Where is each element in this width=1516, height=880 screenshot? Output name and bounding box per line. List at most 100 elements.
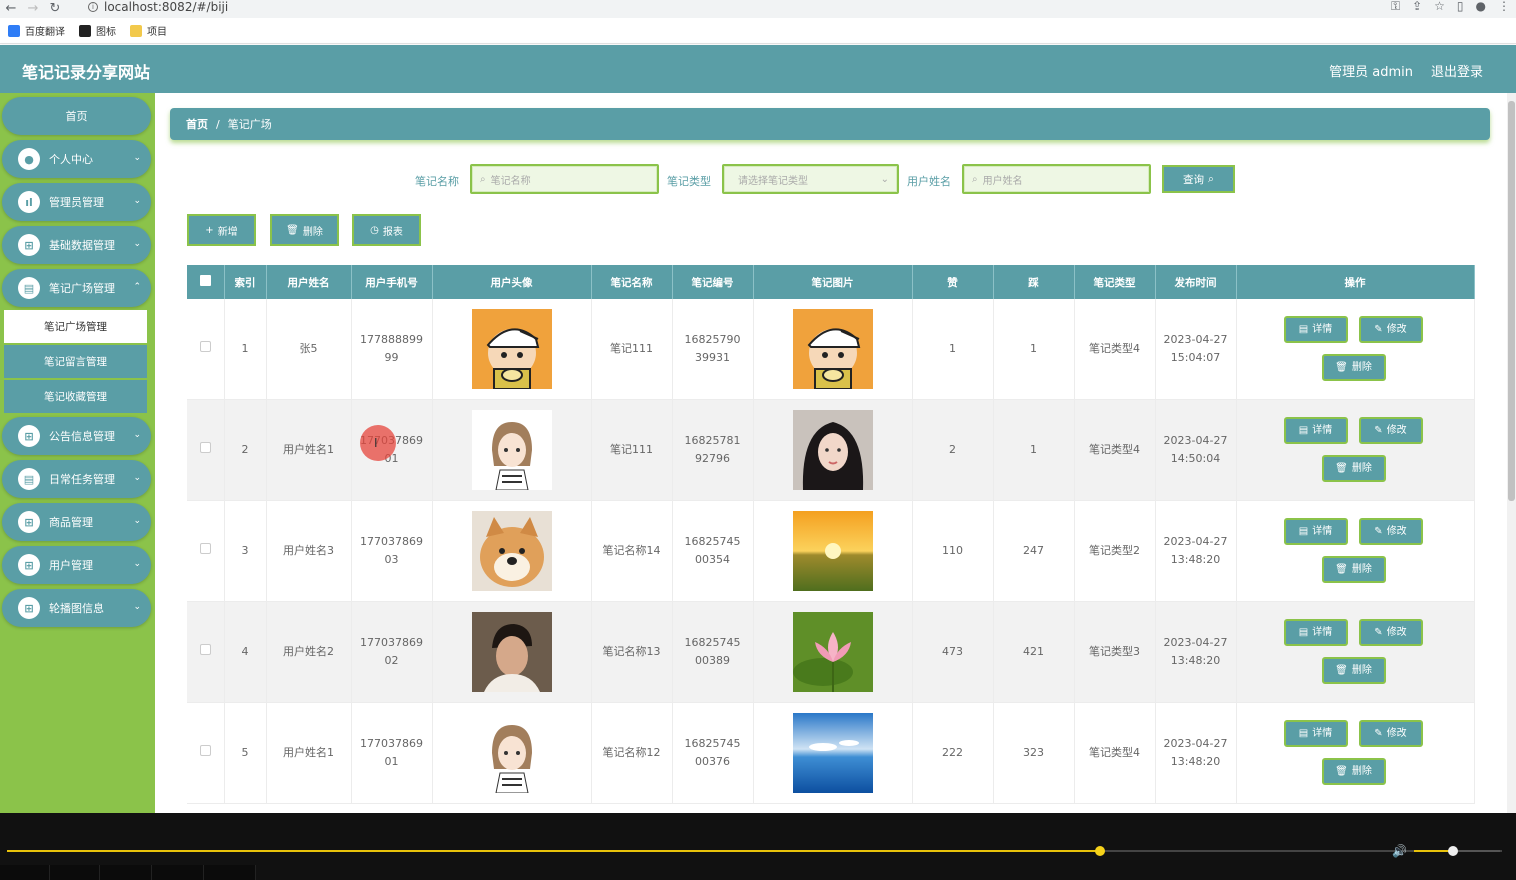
clock-icon: ◷ [370,224,379,236]
report-button[interactable]: ◷ 报表 [352,214,421,246]
detail-button[interactable]: ▤ 详情 [1283,518,1348,545]
cell-publish-time: 2023-04-27 13:48:20 [1155,601,1237,703]
sidebar-item-carousel[interactable]: ⊞ 轮播图信息 ⌄ [2,589,151,627]
chevron-down-icon: ⌄ [133,473,141,483]
profile-icon[interactable]: ● [1476,0,1486,12]
add-button[interactable]: + 新增 [187,214,256,246]
volume-icon[interactable]: 🔊 [1392,844,1407,858]
sidebar-item-base-data[interactable]: ⊞ 基础数据管理 ⌄ [2,226,151,264]
vertical-scrollbar[interactable] [1507,93,1516,813]
logout-link[interactable]: 退出登录 [1431,61,1483,80]
document-icon: ▤ [1298,525,1309,537]
batch-delete-button[interactable]: 🗑 删除 [270,214,339,246]
note-type-select[interactable]: 请选择笔记类型 ⌄ [722,164,899,194]
note-name-input[interactable]: ⌕ 笔记名称 [470,164,659,194]
grid-icon: ⊞ [18,554,40,576]
bookmarks-bar: 百度翻译 图标 项目 [0,18,1516,44]
cell-note-image [753,601,913,703]
trash-icon: 🗑 [286,224,299,236]
table-row: 4 用户姓名2 17703786902 笔记名称13 1682574500389 473 4… [187,601,1475,703]
avatar-image [471,309,552,389]
table-row: 5 用户姓名1 17703786901 笔记名称12 1682574500376 222 3… [187,702,1475,804]
cell-note-name: 笔记名称13 [591,601,673,703]
detail-button[interactable]: ▤ 详情 [1283,720,1348,747]
row-checkbox[interactable] [187,299,225,400]
note-name-label: 笔记名称 [415,175,459,188]
row-checkbox[interactable] [187,601,225,703]
edit-button[interactable]: ✎ 修改 [1358,619,1423,646]
menu-icon[interactable]: ⋮ [1498,0,1510,12]
star-icon[interactable]: ☆ [1434,0,1445,12]
search-form: 笔记名称 ⌕ 笔记名称 笔记类型 请选择笔记类型 ⌄ 用户姓名 ⌕ 用户姓名 查… [155,163,1507,195]
cell-note-image [753,500,913,602]
bookmark-item[interactable]: 图标 [79,23,116,38]
notes-table: 索引 用户姓名 用户手机号 用户头像 笔记名称 笔记编号 笔记图片 赞 踩 笔记… [187,265,1475,804]
translate-icon [8,24,20,37]
note-image [792,713,873,793]
edit-button[interactable]: ✎ 修改 [1358,316,1423,343]
cell-note-name: 笔记名称14 [591,500,673,602]
back-icon[interactable]: ← [0,2,22,16]
bookmark-item[interactable]: 百度翻译 [8,23,65,38]
share-icon[interactable]: ⇪ [1412,0,1422,12]
sidebar-item-home[interactable]: 首页 [2,97,151,135]
sidebar-subitem-note-favorites[interactable]: 笔记收藏管理 [4,380,147,413]
sidepanel-icon[interactable]: ▯ [1457,0,1464,12]
sidebar-item-profile[interactable]: ● 个人中心 ⌄ [2,140,151,178]
sidebar-item-products[interactable]: ⊞ 商品管理 ⌄ [2,503,151,541]
info-icon[interactable]: i [88,2,98,12]
video-player-bar: 🔊 [0,813,1516,880]
scrollbar-thumb[interactable] [1508,101,1515,501]
cell-user-name: 用户姓名1 [266,702,352,804]
detail-button[interactable]: ▤ 详情 [1283,417,1348,444]
detail-button[interactable]: ▤ 详情 [1283,619,1348,646]
progress-fill [7,850,1100,852]
delete-button[interactable]: 🗑 删除 [1321,657,1386,684]
forward-icon[interactable]: → [22,2,44,16]
row-checkbox[interactable] [187,500,225,602]
sidebar-item-announcements[interactable]: ⊞ 公告信息管理 ⌄ [2,417,151,455]
edit-button[interactable]: ✎ 修改 [1358,720,1423,747]
edit-icon: ✎ [1374,727,1383,739]
detail-button[interactable]: ▤ 详情 [1283,316,1348,343]
breadcrumb-home[interactable]: 首页 [186,116,208,132]
volume-handle[interactable] [1448,846,1458,856]
reload-icon[interactable]: ↻ [44,2,66,16]
column-header: 用户头像 [432,265,592,299]
cell-index: 1 [224,299,267,400]
player-segment [204,865,256,880]
user-name-input[interactable]: ⌕ 用户姓名 [962,164,1151,194]
browser-toolbar: ← → ↻ i localhost:8082/#/biji ⚿ ⇪ ☆ ▯ ● … [0,0,1516,18]
progress-handle[interactable] [1095,846,1105,856]
bookmark-item[interactable]: 项目 [130,23,167,38]
cell-dislikes: 421 [993,601,1075,703]
query-button[interactable]: 查询 ⌕ [1162,165,1235,193]
sidebar-subitem-note-comments[interactable]: 笔记留言管理 [4,345,147,378]
address-bar[interactable]: i localhost:8082/#/biji [88,0,228,14]
breadcrumb-current: 笔记广场 [227,118,272,131]
avatar-image [471,410,552,490]
column-header: 笔记图片 [753,265,913,299]
sidebar-item-users[interactable]: ⊞ 用户管理 ⌄ [2,546,151,584]
edit-button[interactable]: ✎ 修改 [1358,417,1423,444]
cell-note-name: 笔记名称12 [591,702,673,804]
grid-icon: ⊞ [18,511,40,533]
delete-button[interactable]: 🗑 删除 [1321,556,1386,583]
column-header: 踩 [993,265,1075,299]
sidebar-subitem-note-square[interactable]: 笔记广场管理 [4,310,147,343]
grid-icon: ⊞ [18,234,40,256]
avatar-image [471,713,552,793]
row-checkbox[interactable] [187,702,225,804]
row-checkbox[interactable] [187,399,225,501]
edit-button[interactable]: ✎ 修改 [1358,518,1423,545]
delete-button[interactable]: 🗑 删除 [1321,354,1386,381]
cell-likes: 2 [912,399,994,501]
sidebar-item-note-square[interactable]: ▤ 笔记广场管理 ⌃ [2,269,151,307]
sidebar-item-daily-tasks[interactable]: ▤ 日常任务管理 ⌄ [2,460,151,498]
select-all-checkbox[interactable] [187,265,225,299]
sidebar-item-admin[interactable]: ıl 管理员管理 ⌄ [2,183,151,221]
delete-button[interactable]: 🗑 删除 [1321,455,1386,482]
key-icon[interactable]: ⚿ [1391,0,1400,12]
edit-icon: ✎ [1374,424,1383,436]
delete-button[interactable]: 🗑 删除 [1321,758,1386,785]
